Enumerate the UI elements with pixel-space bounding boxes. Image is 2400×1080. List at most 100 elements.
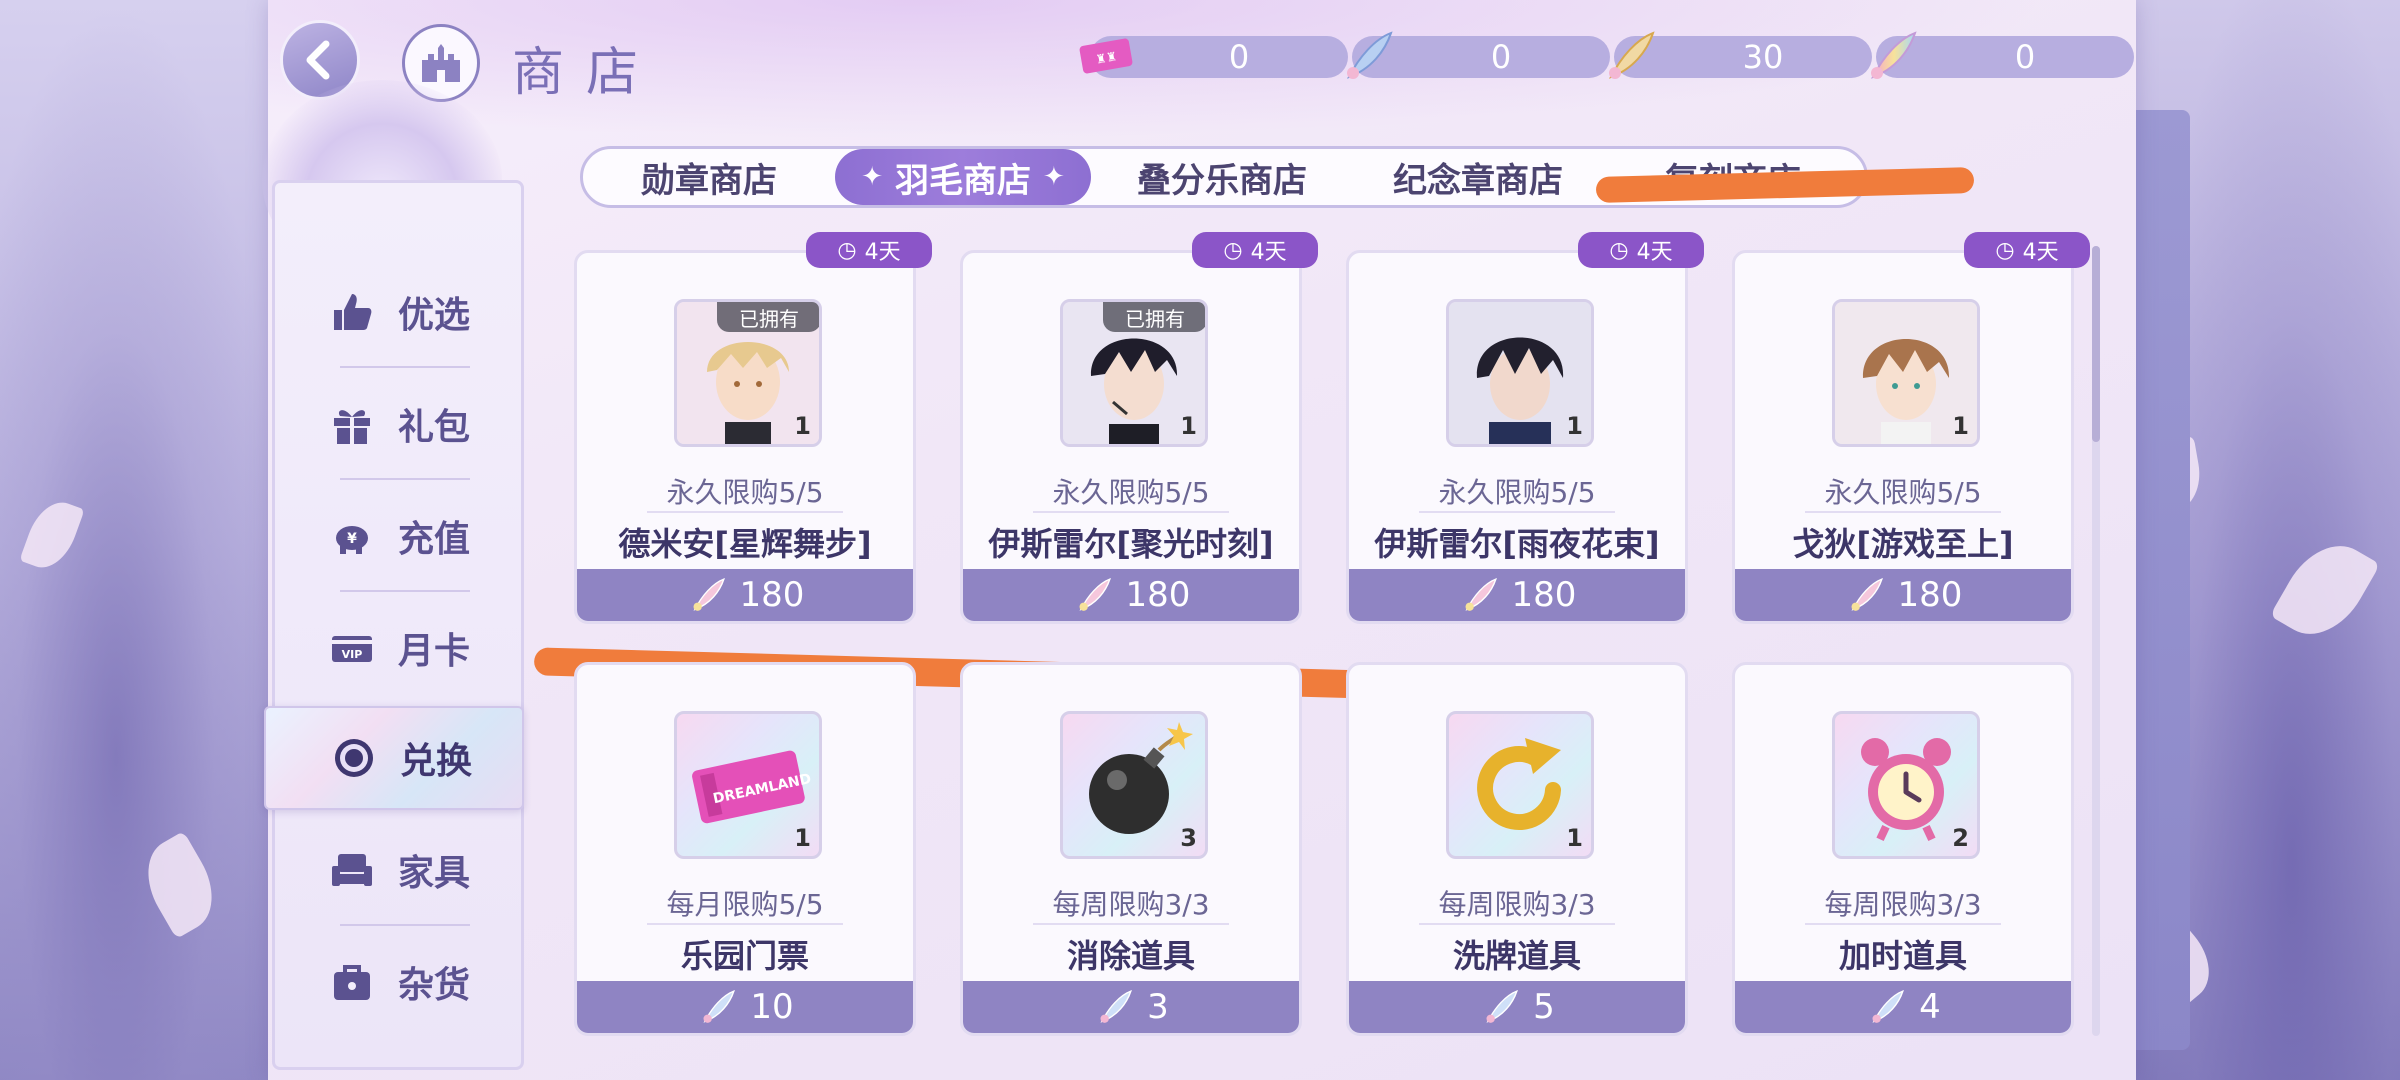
tab-souvenir-shop[interactable]: 纪念章商店 — [1353, 149, 1603, 205]
price-button[interactable]: 180 — [1349, 569, 1685, 621]
rainbow-feather-icon — [1079, 577, 1111, 611]
owned-badge: 已拥有 — [717, 302, 819, 332]
sidebar-divider — [340, 924, 470, 926]
price-value: 180 — [739, 575, 805, 615]
price-button[interactable]: 180 — [1735, 569, 2071, 621]
item-name: 洗牌道具 — [1452, 937, 1581, 975]
scrollbar-thumb[interactable] — [2092, 246, 2100, 442]
shop-item-card[interactable]: 已拥有 1 永久限购5/5 伊斯雷尔[聚光时刻] 180 — [960, 250, 1302, 624]
item-name: 乐园门票 — [680, 937, 809, 975]
tab-stack-shop[interactable]: 叠分乐商店 — [1091, 149, 1353, 205]
shop-item-card[interactable]: 1 永久限购5/5 伊斯雷尔[雨夜花束] 180 — [1346, 250, 1688, 624]
price-value: 180 — [1511, 575, 1577, 615]
sidebar-item-label: 月卡 — [398, 631, 471, 672]
blue-feather-icon — [1100, 989, 1133, 1023]
sidebar-item-gift-pack[interactable]: 礼包 — [310, 384, 510, 464]
clock-icon: ◷ — [1995, 237, 2015, 263]
item-name: 德米安[星辉舞步] — [618, 525, 872, 563]
sidebar-divider — [340, 366, 470, 368]
rainbow-feather-icon — [1851, 577, 1883, 611]
price-value: 5 — [1533, 987, 1555, 1027]
item-thumbnail: 1 — [1446, 711, 1594, 859]
price-button[interactable]: 5 — [1349, 981, 1685, 1033]
sparkle-icon: ✦ — [1043, 162, 1065, 192]
price-value: 10 — [750, 987, 794, 1027]
exchange-icon — [332, 736, 376, 780]
rainbow-feather-icon — [1465, 577, 1497, 611]
price-button[interactable]: 4 — [1735, 981, 2071, 1033]
currency-gold-feather: 30 — [1608, 31, 1872, 79]
sidebar-item-label: 家具 — [398, 853, 471, 894]
item-thumbnail: 3 — [1060, 711, 1208, 859]
currency-ticket: ♜♜ 0 — [1079, 36, 1348, 78]
page-title: 商店 — [512, 43, 661, 103]
item-quantity: 3 — [1180, 824, 1197, 852]
currency-rainbow-feather: 0 — [1870, 31, 2134, 79]
gift-icon — [330, 402, 374, 446]
item-quantity: 1 — [1566, 412, 1583, 440]
purchase-limit: 每周限购3/3 — [1052, 888, 1210, 921]
blue-feather-icon — [1486, 989, 1519, 1023]
shop-item-card[interactable]: 已拥有 1 永久限购5/5 德米安[星辉舞步] 180 — [574, 250, 916, 624]
item-quantity: 1 — [1566, 824, 1583, 852]
shop-item-card[interactable]: 3 每周限购3/3 消除道具 3 — [960, 662, 1302, 1036]
item-thumbnail: 2 — [1832, 711, 1980, 859]
castle-icon — [422, 44, 460, 82]
tab-medal-shop[interactable]: 勋章商店 — [583, 149, 835, 205]
blue-feather-icon — [703, 989, 736, 1023]
currency-value: 30 — [1742, 38, 1784, 76]
time-left-badge: ◷ 4天 — [1192, 232, 1318, 268]
sidebar-item-label: 优选 — [398, 295, 471, 336]
back-arrow-icon — [306, 40, 330, 80]
sidebar-item-recharge[interactable]: ¥ 充值 — [310, 496, 510, 576]
sidebar-item-label: 充值 — [398, 519, 471, 560]
purchase-limit: 永久限购5/5 — [1438, 476, 1596, 509]
rainbow-feather-icon — [1860, 24, 1924, 88]
blue-feather-icon — [1336, 24, 1400, 88]
currency-blue-feather: 0 — [1346, 31, 1610, 79]
sparkle-icon: ✦ — [861, 162, 883, 192]
shop-item-card[interactable]: DREAMLAND 1 每月限购5/5 乐园门票 10 — [574, 662, 916, 1036]
sidebar-item-label: 礼包 — [398, 407, 471, 448]
price-value: 180 — [1125, 575, 1191, 615]
item-name: 加时道具 — [1838, 937, 1967, 975]
sidebar-item-furniture[interactable]: 家具 — [310, 830, 510, 910]
price-button[interactable]: 180 — [963, 569, 1299, 621]
item-name: 戈狄[游戏至上] — [1792, 525, 2014, 563]
gold-feather-icon — [1598, 24, 1662, 88]
sidebar-item-monthly-card[interactable]: VIP 月卡 — [310, 608, 510, 688]
sidebar-item-label: 杂货 — [398, 965, 471, 1006]
shop-item-card[interactable]: 2 每周限购3/3 加时道具 4 — [1732, 662, 2074, 1036]
sidebar-item-sundries[interactable]: 杂货 — [310, 942, 510, 1022]
blue-feather-icon — [1872, 989, 1905, 1023]
item-quantity: 1 — [1180, 412, 1197, 440]
divider — [647, 923, 843, 925]
sidebar-item-exchange[interactable]: 兑换 — [264, 706, 524, 810]
price-button[interactable]: 180 — [577, 569, 913, 621]
item-name: 伊斯雷尔[雨夜花束] — [1374, 525, 1660, 563]
sofa-icon — [330, 848, 374, 892]
item-thumbnail: DREAMLAND 1 — [674, 711, 822, 859]
item-thumbnail: 1 — [1446, 299, 1594, 447]
price-button[interactable]: 10 — [577, 981, 913, 1033]
price-button[interactable]: 3 — [963, 981, 1299, 1033]
sidebar-divider — [340, 478, 470, 480]
item-quantity: 1 — [1952, 412, 1969, 440]
purchase-limit: 永久限购5/5 — [1824, 476, 1982, 509]
purchase-limit: 每周限购3/3 — [1824, 888, 1982, 921]
shop-item-card[interactable]: 1 每周限购3/3 洗牌道具 5 — [1346, 662, 1688, 1036]
divider — [647, 511, 843, 513]
tab-feather-shop[interactable]: ✦ 羽毛商店 ✦ — [835, 149, 1091, 205]
clock-icon: ◷ — [1609, 237, 1629, 263]
time-left-badge: ◷ 4天 — [1578, 232, 1704, 268]
price-value: 4 — [1919, 987, 1941, 1027]
shop-item-card[interactable]: 1 永久限购5/5 戈狄[游戏至上] 180 — [1732, 250, 2074, 624]
rainbow-feather-icon — [693, 577, 725, 611]
price-value: 3 — [1147, 987, 1169, 1027]
divider — [1033, 511, 1229, 513]
item-thumbnail: 已拥有 1 — [674, 299, 822, 447]
purchase-limit: 每月限购5/5 — [666, 888, 824, 921]
clock-icon: ◷ — [1223, 237, 1243, 263]
item-quantity: 2 — [1952, 824, 1969, 852]
sidebar-item-featured[interactable]: 优选 — [310, 272, 510, 352]
